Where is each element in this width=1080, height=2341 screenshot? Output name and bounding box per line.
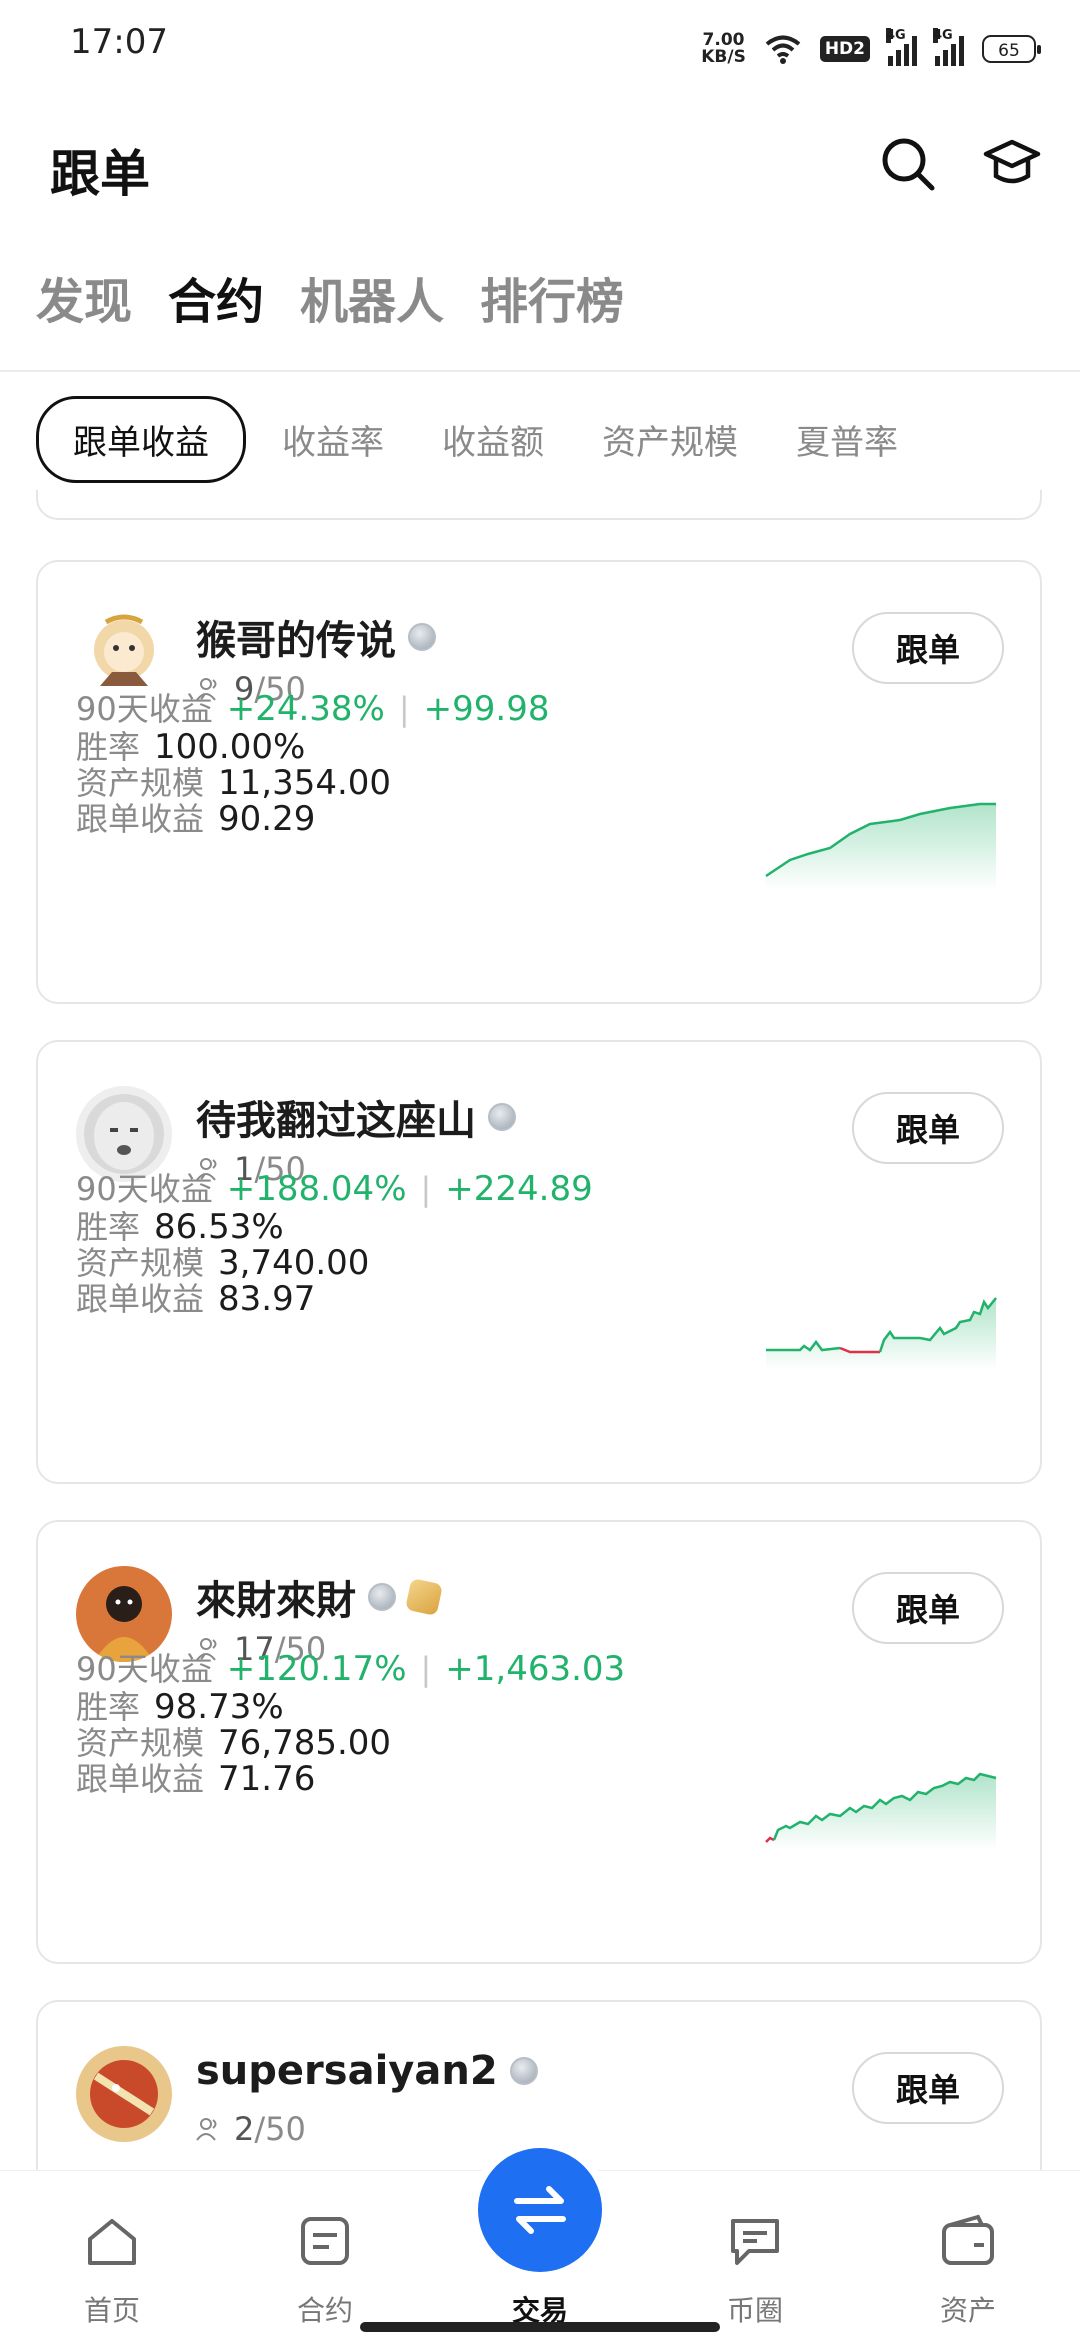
app-header: 跟单 [0,96,1080,226]
pnl-sparkline [765,1772,997,1850]
status-icons: 7.00 KB/S HD2 4G 4G 65 [701,24,1041,74]
net-speed: 7.00 KB/S [701,32,746,66]
signal-icon-1: 4G [886,28,917,66]
trader-name[interactable]: supersaiyan2 [196,2048,538,2094]
tab-contract[interactable]: 合约 [168,262,264,332]
follow-profit-row: 跟单收益 90.29 [76,794,315,840]
chip-sharpe[interactable]: 夏普率 [796,415,898,464]
separator: | [420,1650,432,1688]
trader-card[interactable]: 來財來財 17/50 跟单 90天收益 +120.17% | +1,463.03… [36,1520,1042,1964]
avatar[interactable] [76,2046,172,2142]
nav-assets[interactable]: 资产 [888,2171,1048,2341]
pnl-sparkline [766,1297,997,1370]
trader-card[interactable]: 待我翻过这座山 1/50 跟单 90天收益 +188.04% | +224.89… [36,1040,1042,1484]
chip-return-rate[interactable]: 收益率 [282,415,384,464]
follow-profit-row: 跟单收益 83.97 [76,1274,315,1320]
follow-profit-label: 跟单收益 [76,1280,205,1318]
chip-return-amount[interactable]: 收益额 [442,415,544,464]
swap-icon [514,2186,566,2234]
contract-icon [301,2217,349,2265]
top-tabs: 发现 合约 机器人 排行榜 [36,262,624,332]
chip-aum[interactable]: 资产规模 [602,415,738,464]
wifi-icon [765,35,801,64]
follow-profit-row: 跟单收益 71.76 [76,1754,315,1800]
chat-icon [731,2219,779,2265]
follow-button[interactable]: 跟单 [852,612,1004,684]
previous-card-edge [36,490,1042,520]
page-title: 跟单 [50,145,150,203]
tab-bot[interactable]: 机器人 [300,262,444,332]
tabs-divider [0,370,1080,372]
graduation-cap-icon[interactable] [980,132,1044,196]
net-speed-unit: KB/S [701,47,746,67]
followers-current: 2 [234,2110,255,2148]
silver-medal-icon [408,623,436,651]
trader-name[interactable]: 待我翻过这座山 [196,1088,516,1146]
follow-profit-label: 跟单收益 [76,1760,205,1798]
follow-button[interactable]: 跟单 [852,2052,1004,2124]
ret90-amount: +224.89 [445,1169,593,1209]
follow-profit-label: 跟单收益 [76,800,205,838]
sort-chips: 跟单收益 收益率 收益额 资产规模 夏普率 [36,396,956,483]
home-indicator[interactable] [360,2322,720,2332]
ret90-amount: +99.98 [423,689,550,729]
trader-name[interactable]: 猴哥的传说 [196,608,436,666]
chip-follow-profit[interactable]: 跟单收益 [36,396,246,483]
nav-home[interactable]: 首页 [32,2171,192,2341]
battery-icon: 65 [982,35,1041,63]
tab-leaderboard[interactable]: 排行榜 [480,262,624,332]
trader-name-text: 待我翻过这座山 [196,1098,476,1144]
follower-count: 2/50 [196,2110,306,2148]
signal-2-label: 4G [933,28,953,43]
status-time: 17:07 [70,22,168,62]
pnl-sparkline [765,802,996,890]
search-icon[interactable] [876,132,940,196]
followers-max: /50 [254,2110,306,2148]
status-bar: 17:07 7.00 KB/S HD2 4G 4G 65 [0,0,1080,96]
home-icon [88,2219,136,2265]
signal-icon-2: 4G [933,28,964,66]
silver-medal-icon [368,1583,396,1611]
follow-button[interactable]: 跟单 [852,1572,1004,1644]
silver-medal-icon [488,1103,516,1131]
follow-profit-value: 71.76 [218,1759,316,1799]
nav-community[interactable]: 币圈 [675,2171,835,2341]
trader-name-text: supersaiyan2 [196,2048,498,2094]
signal-1-label: 4G [886,28,906,43]
silver-medal-icon [509,2057,538,2085]
trader-name[interactable]: 來財來財 [196,1568,443,1626]
nav-assets-label: 资产 [939,2294,996,2327]
wallet-icon [942,2214,994,2265]
tab-discover[interactable]: 发现 [36,262,132,332]
follow-profit-value: 83.97 [218,1279,316,1319]
separator: | [420,1170,432,1208]
gold-badge-icon [405,1578,443,1616]
follow-profit-value: 90.29 [218,799,316,839]
followers-icon [196,2118,217,2141]
separator: | [398,690,410,728]
trade-button[interactable] [478,2148,602,2272]
trader-list[interactable]: 猴哥的传说 9/50 跟单 90天收益 +24.38% | +99.98 胜率 … [0,490,1080,2170]
trader-card[interactable]: supersaiyan2 2/50 跟单 [36,2000,1042,2170]
trader-name-text: 猴哥的传说 [196,618,396,664]
trader-card[interactable]: 猴哥的传说 9/50 跟单 90天收益 +24.38% | +99.98 胜率 … [36,560,1042,1004]
hd-voice-icon: HD2 [819,36,870,62]
nav-home-label: 首页 [83,2294,140,2327]
follow-button[interactable]: 跟单 [852,1092,1004,1164]
trader-name-text: 來財來財 [196,1578,356,1624]
ret90-amount: +1,463.03 [445,1649,626,1689]
nav-contract[interactable]: 合约 [245,2171,405,2341]
